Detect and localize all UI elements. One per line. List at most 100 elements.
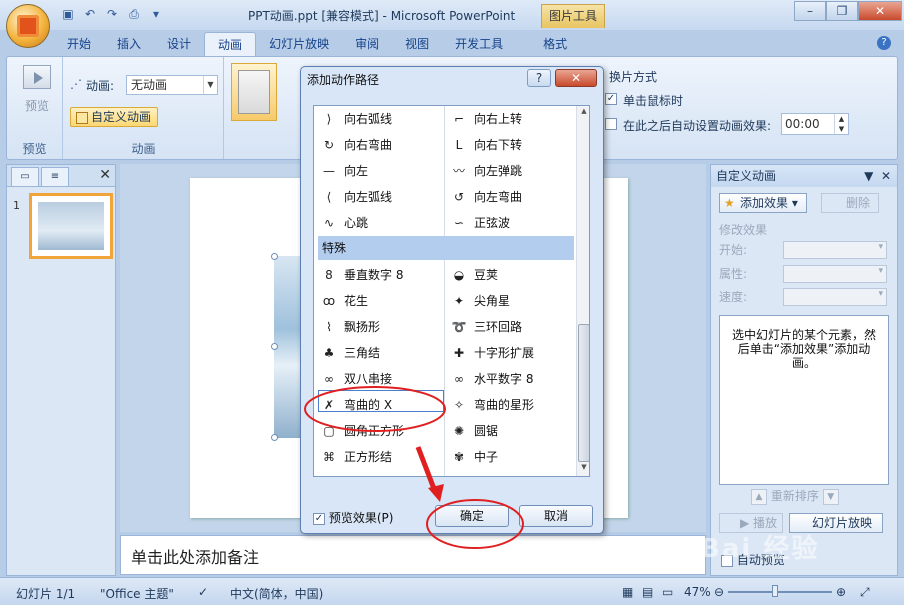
zoom-slider[interactable] — [728, 591, 832, 593]
speed-select[interactable] — [783, 288, 887, 306]
zoom-out-icon[interactable]: ⊖ — [714, 585, 724, 599]
motion-path-item[interactable]: 〰向左弹跳 — [450, 158, 522, 184]
slides-tab[interactable]: ▭ — [11, 167, 39, 186]
tab-insert[interactable]: 插入 — [104, 32, 154, 56]
motion-path-item[interactable]: 8 垂直数字 8 — [320, 262, 403, 288]
on-click-checkbox[interactable]: ✓ — [605, 93, 617, 105]
transition-gallery-thumbnail[interactable] — [231, 63, 277, 121]
dialog-help-button[interactable]: ? — [527, 69, 551, 87]
spellcheck-icon[interactable]: ✓ — [198, 585, 208, 599]
slide-thumbnail[interactable] — [29, 193, 113, 259]
slideshow-view-icon[interactable]: ▭ — [662, 585, 673, 599]
close-icon[interactable]: ✕ — [881, 169, 891, 183]
minimize-button[interactable]: – — [794, 1, 826, 21]
resize-handle[interactable] — [271, 434, 278, 441]
animation-list[interactable]: 选中幻灯片的某个元素，然后单击“添加效果”添加动画。 — [719, 315, 889, 485]
motion-path-item[interactable]: ✺ 圆锯 — [450, 418, 498, 444]
loop-de-loop-icon: ➰ — [451, 320, 467, 334]
turn-up-right-icon: ⌐ — [453, 112, 465, 126]
motion-path-item[interactable]: ↻ 向右弯曲 — [320, 132, 392, 158]
tab-view[interactable]: 视图 — [392, 32, 442, 56]
scroll-down-icon[interactable]: ▼ — [578, 463, 589, 475]
auto-after-time-input[interactable]: 00:00 ▲ ▼ — [781, 113, 849, 135]
motion-path-item[interactable]: ∞ 水平数字 8 — [450, 366, 533, 392]
motion-path-label: 正方形结 — [344, 450, 393, 464]
motion-path-item[interactable]: ✦ 尖角星 — [450, 288, 510, 314]
motion-path-item[interactable]: ⟨ 向左弧线 — [320, 184, 392, 210]
motion-path-item[interactable]: ▢ 圆角正方形 — [320, 418, 404, 444]
spinner-arrows-icon[interactable]: ▲ ▼ — [834, 114, 848, 134]
motion-path-item[interactable]: ⌇ 飘扬形 — [320, 314, 380, 340]
start-select[interactable] — [783, 241, 887, 259]
motion-path-item[interactable]: ⌐ 向右上转 — [450, 106, 522, 132]
left-arc-icon: ⟨ — [326, 190, 332, 204]
zoom-level[interactable]: 47% — [684, 585, 711, 599]
motion-path-item[interactable]: L 向右下转 — [450, 132, 522, 158]
tab-developer[interactable]: 开发工具 — [442, 32, 516, 56]
motion-path-item[interactable]: ∽ 正弦波 — [450, 210, 510, 236]
move-down-icon[interactable]: ▼ — [822, 488, 839, 505]
preview-button[interactable]: 预览 — [19, 65, 55, 114]
scrollbar-thumb[interactable] — [578, 324, 589, 462]
print-preview-icon[interactable]: ⎙ — [126, 6, 142, 22]
qat-customize-icon[interactable]: ▾ — [148, 6, 164, 22]
resize-handle[interactable] — [271, 343, 278, 350]
dialog-title: 添加动作路径 — [307, 73, 380, 87]
close-icon[interactable]: ✕ — [99, 167, 111, 183]
motion-path-item[interactable]: ꝏ 花生 — [320, 288, 368, 314]
motion-path-item[interactable]: ➰ 三环回路 — [450, 314, 523, 340]
normal-view-icon[interactable]: ▦ — [622, 585, 633, 599]
custom-animation-button[interactable]: 自定义动画 — [70, 107, 158, 127]
motion-path-item[interactable]: ↺ 向左弯曲 — [450, 184, 522, 210]
motion-path-label: 豆荚 — [474, 268, 499, 282]
motion-path-item[interactable]: ∞ 双八串接 — [320, 366, 392, 392]
theme-name: "Office 主题" — [100, 587, 174, 601]
save-icon[interactable]: ▣ — [60, 6, 76, 22]
cancel-button[interactable]: 取消 — [519, 505, 593, 527]
auto-after-checkbox[interactable] — [605, 118, 617, 130]
notes-area[interactable]: 单击此处添加备注 — [120, 535, 706, 575]
motion-path-item[interactable]: ✧ 弯曲的星形 — [450, 392, 534, 418]
help-icon[interactable]: ? — [877, 36, 891, 50]
tab-animations[interactable]: 动画 — [204, 32, 257, 56]
undo-icon[interactable]: ↶ — [82, 6, 98, 22]
motion-path-item[interactable]: ∿ 心跳 — [320, 210, 368, 236]
tab-slideshow[interactable]: 幻灯片放映 — [256, 32, 342, 56]
scroll-up-icon[interactable]: ▲ — [578, 107, 589, 119]
slide-sorter-icon[interactable]: ▤ — [642, 585, 653, 599]
ok-button[interactable]: 确定 — [435, 505, 509, 527]
tab-design[interactable]: 设计 — [154, 32, 204, 56]
list-scrollbar[interactable]: ▲ ▼ — [576, 106, 589, 476]
move-up-icon[interactable]: ▲ — [751, 488, 767, 505]
motion-path-item[interactable]: — 向左 — [320, 158, 368, 184]
tab-home[interactable]: 开始 — [54, 32, 104, 56]
heartbeat-icon: ∿ — [323, 216, 335, 230]
outline-tab[interactable]: ≡ — [41, 167, 69, 186]
fit-window-icon[interactable]: ⤢ — [860, 585, 870, 600]
preview-effect-checkbox[interactable]: ✓ — [313, 512, 325, 525]
animation-select-value: 无动画 — [131, 78, 168, 92]
office-button[interactable] — [6, 4, 50, 48]
redo-icon[interactable]: ↷ — [104, 6, 120, 22]
close-button[interactable]: ✕ — [858, 1, 902, 21]
tab-review[interactable]: 审阅 — [342, 32, 392, 56]
property-select[interactable] — [783, 265, 887, 283]
zoom-in-icon[interactable]: ⊕ — [836, 585, 846, 599]
resize-handle[interactable] — [271, 253, 278, 260]
tab-format[interactable]: 格式 — [530, 32, 580, 56]
motion-path-item[interactable]: ✾ 中子 — [450, 444, 498, 470]
chevron-down-icon[interactable]: ▼ — [864, 169, 873, 183]
motion-path-item[interactable]: ✚ 十字形扩展 — [450, 340, 534, 366]
zoom-slider-thumb[interactable] — [772, 585, 778, 597]
dialog-close-button[interactable]: ✕ — [555, 69, 597, 87]
status-bar: 幻灯片 1/1 "Office 主题" ✓ 中文(简体，中国) ▦ ▤ ▭ 47… — [0, 577, 904, 605]
animation-select[interactable]: 无动画 ▼ — [126, 75, 218, 95]
restore-button[interactable]: ❐ — [826, 1, 858, 21]
add-effect-button[interactable]: 添加效果 ▾ — [719, 193, 807, 213]
motion-path-item[interactable]: ⟩ 向右弧线 — [320, 106, 392, 132]
motion-path-item[interactable]: ◒ 豆荚 — [450, 262, 498, 288]
auto-after-label: 在此之后自动设置动画效果: — [623, 119, 772, 133]
delete-button[interactable]: 删除 — [821, 193, 879, 213]
motion-path-item[interactable]: ♣ 三角结 — [320, 340, 380, 366]
motion-path-item[interactable]: ⌘ 正方形结 — [320, 444, 392, 470]
